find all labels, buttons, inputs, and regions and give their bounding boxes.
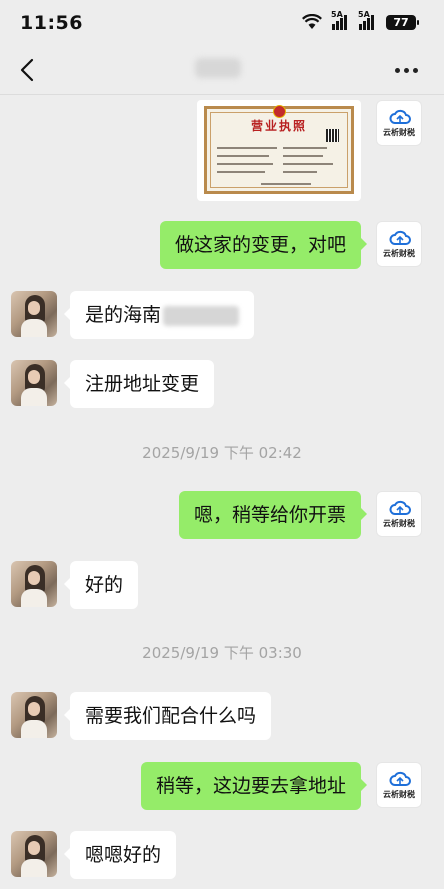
cloud-logo-icon bbox=[389, 230, 411, 245]
message-bubble-incoming[interactable]: 是的海南 bbox=[63, 291, 255, 339]
contact-avatar[interactable] bbox=[11, 360, 57, 406]
message-bubble-outgoing[interactable]: 嗯，稍等给你开票 bbox=[178, 491, 368, 539]
redacted-text bbox=[163, 305, 240, 326]
wifi-icon bbox=[302, 14, 322, 29]
battery-icon: 77 bbox=[386, 14, 419, 30]
message-bubble-incoming[interactable]: 注册地址变更 bbox=[63, 360, 215, 408]
back-arrow-icon[interactable] bbox=[14, 56, 42, 84]
contact-avatar[interactable] bbox=[11, 692, 57, 738]
contact-name-redacted bbox=[195, 58, 241, 78]
message-text: 是的海南 bbox=[85, 304, 162, 326]
status-bar: 11:56 5A 5A 77 bbox=[0, 0, 444, 46]
cellular-signal-icon-2: 5A bbox=[358, 10, 374, 30]
my-avatar[interactable]: 云析财税 bbox=[376, 491, 422, 537]
timestamp: 2025/9/19 下午 03:30 bbox=[142, 644, 302, 662]
message-bubble-outgoing[interactable]: 做这家的变更，对吧 bbox=[159, 221, 368, 269]
my-avatar[interactable]: 云析财税 bbox=[376, 221, 422, 267]
chat-header bbox=[0, 46, 444, 95]
my-avatar[interactable]: 云析财税 bbox=[376, 100, 422, 146]
cellular-signal-icon: 5A bbox=[331, 10, 347, 30]
contact-avatar[interactable] bbox=[11, 561, 57, 607]
cloud-logo-icon bbox=[389, 109, 411, 124]
timestamp: 2025/9/19 下午 02:42 bbox=[142, 444, 302, 462]
contact-avatar[interactable] bbox=[11, 291, 57, 337]
message-bubble-incoming[interactable]: 好的 bbox=[63, 561, 139, 609]
clock: 11:56 bbox=[20, 12, 83, 34]
message-bubble-incoming[interactable]: 嗯嗯好的 bbox=[63, 831, 177, 879]
business-license-image[interactable]: 营业执照 bbox=[197, 100, 361, 201]
qr-code-icon bbox=[326, 129, 339, 142]
cloud-logo-icon bbox=[389, 500, 411, 515]
cloud-logo-icon bbox=[389, 771, 411, 786]
more-options-icon[interactable] bbox=[395, 68, 418, 73]
message-bubble-outgoing[interactable]: 稍等，这边要去拿地址 bbox=[140, 762, 368, 810]
message-bubble-incoming[interactable]: 需要我们配合什么吗 bbox=[63, 692, 272, 740]
system-icons: 5A 5A 77 bbox=[302, 10, 419, 30]
contact-avatar[interactable] bbox=[11, 831, 57, 877]
my-avatar[interactable]: 云析财税 bbox=[376, 762, 422, 808]
